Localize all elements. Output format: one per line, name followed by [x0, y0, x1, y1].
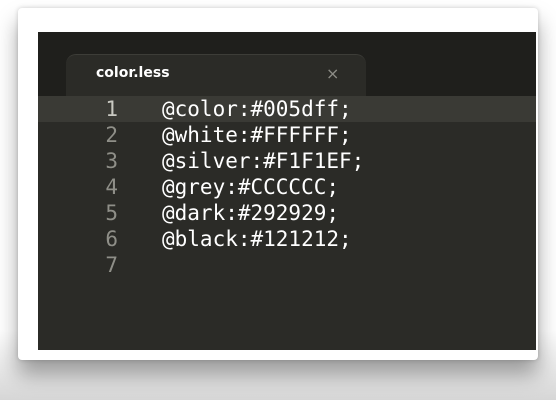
- code-line[interactable]: 6 @black:#121212;: [38, 226, 536, 252]
- code-text: @white:#FFFFFF;: [162, 123, 352, 147]
- tab-color-less[interactable]: color.less ×: [66, 54, 366, 97]
- code-text: @silver:#F1F1EF;: [162, 149, 365, 173]
- code-line[interactable]: 5 @dark:#292929;: [38, 200, 536, 226]
- line-number: 4: [105, 175, 118, 199]
- code-line[interactable]: 3 @silver:#F1F1EF;: [38, 148, 536, 174]
- code-text: @grey:#CCCCCC;: [162, 175, 340, 199]
- code-area[interactable]: 1 @color:#005dff; 2 @white:#FFFFFF; 3 @s…: [38, 96, 536, 350]
- code-line[interactable]: 7: [38, 252, 536, 278]
- tab-label: color.less: [96, 65, 170, 81]
- code-text: @dark:#292929;: [162, 201, 340, 225]
- code-editor-window: color.less × 1 @color:#005dff; 2 @white:…: [38, 32, 536, 350]
- line-number: 3: [105, 149, 118, 173]
- line-number: 2: [105, 123, 118, 147]
- line-number: 6: [105, 227, 118, 251]
- code-line[interactable]: 2 @white:#FFFFFF;: [38, 122, 536, 148]
- line-number: 5: [105, 201, 118, 225]
- close-icon[interactable]: ×: [326, 64, 339, 83]
- line-number: 1: [105, 97, 118, 121]
- code-text: @color:#005dff;: [162, 97, 352, 121]
- code-text: @black:#121212;: [162, 227, 352, 251]
- code-line[interactable]: 4 @grey:#CCCCCC;: [38, 174, 536, 200]
- code-line[interactable]: 1 @color:#005dff;: [38, 96, 536, 122]
- screenshot-frame: color.less × 1 @color:#005dff; 2 @white:…: [18, 8, 538, 360]
- line-number: 7: [105, 253, 118, 277]
- tab-bar: color.less ×: [38, 32, 536, 97]
